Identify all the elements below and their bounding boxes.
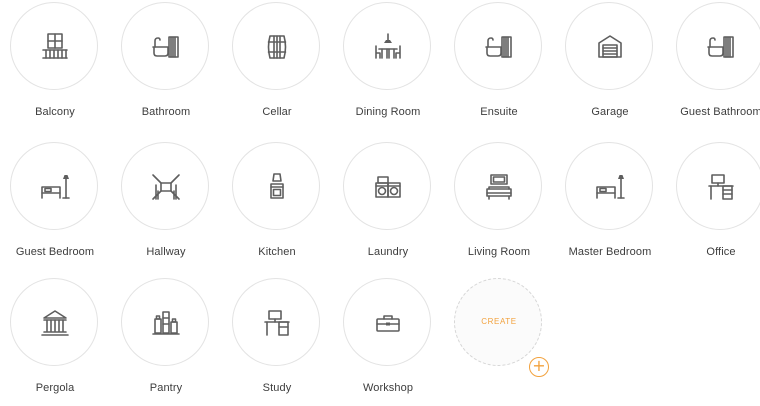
hallway-icon xyxy=(152,174,180,200)
bed-lamp-icon xyxy=(596,175,625,199)
room-label: Guest Bathroom xyxy=(680,106,760,118)
room-tile-hallway[interactable]: Hallway xyxy=(111,140,221,270)
garage-icon xyxy=(598,35,622,58)
room-circle xyxy=(343,142,431,230)
jars-icon xyxy=(152,311,180,335)
create-room-circle[interactable]: CREATE + xyxy=(454,278,549,377)
desk-computer-icon xyxy=(708,174,734,200)
room-circle xyxy=(343,2,431,90)
room-circle xyxy=(232,2,320,90)
room-circle xyxy=(121,278,209,366)
room-tile-pergola[interactable]: Pergola xyxy=(0,276,110,406)
room-tile-cellar[interactable]: Cellar xyxy=(222,0,332,130)
room-circle xyxy=(343,278,431,366)
room-label: Office xyxy=(706,246,736,258)
room-tile-study[interactable]: Study xyxy=(222,276,332,406)
room-tile-guest-bedroom[interactable]: Guest Bedroom xyxy=(0,140,110,270)
room-tile-office[interactable]: Office xyxy=(666,140,760,270)
sofa-tv-icon xyxy=(486,174,512,200)
room-tile-garage[interactable]: Garage xyxy=(555,0,665,130)
washing-machines-icon xyxy=(375,176,401,198)
pergola-icon xyxy=(41,310,69,336)
room-label: Workshop xyxy=(362,382,414,394)
room-tile-kitchen[interactable]: Kitchen xyxy=(222,140,332,270)
room-circle xyxy=(676,2,760,90)
room-circle xyxy=(232,142,320,230)
room-picker-grid: Balcony Bathroom Cellar Dining Room Ensu… xyxy=(0,0,760,396)
bathtub-icon xyxy=(485,36,512,58)
room-circle xyxy=(232,278,320,366)
room-circle xyxy=(10,278,98,366)
room-tile-workshop[interactable]: Workshop xyxy=(333,276,443,406)
create-label: CREATE xyxy=(481,317,517,326)
bathtub-icon xyxy=(152,36,179,58)
room-circle xyxy=(10,2,98,90)
dining-table-icon xyxy=(375,33,401,59)
room-tile-bathroom[interactable]: Bathroom xyxy=(111,0,221,130)
room-tile-living-room[interactable]: Living Room xyxy=(444,140,554,270)
room-circle xyxy=(565,2,653,90)
plus-icon[interactable]: + xyxy=(529,357,549,377)
barrel-icon xyxy=(267,35,287,59)
room-tile-dining-room[interactable]: Dining Room xyxy=(333,0,443,130)
room-tile-ensuite[interactable]: Ensuite xyxy=(444,0,554,130)
bed-lamp-icon xyxy=(41,175,70,199)
room-tile-master-bedroom[interactable]: Master Bedroom xyxy=(555,140,665,270)
room-tile-laundry[interactable]: Laundry xyxy=(333,140,443,270)
room-circle xyxy=(676,142,760,230)
balcony-icon xyxy=(42,33,68,59)
bathtub-icon xyxy=(707,36,734,58)
study-desk-icon xyxy=(264,310,290,336)
oven-hood-icon xyxy=(270,173,284,199)
room-tile-balcony[interactable]: Balcony xyxy=(0,0,110,130)
room-tile-pantry[interactable]: Pantry xyxy=(111,276,221,406)
room-circle xyxy=(454,2,542,90)
room-circle xyxy=(121,2,209,90)
create-room-tile[interactable]: CREATE + xyxy=(444,276,554,406)
toolbox-icon xyxy=(376,315,400,332)
room-tile-guest-bathroom[interactable]: Guest Bathroom xyxy=(666,0,760,130)
room-circle xyxy=(10,142,98,230)
room-circle xyxy=(565,142,653,230)
room-circle xyxy=(454,142,542,230)
room-circle xyxy=(121,142,209,230)
